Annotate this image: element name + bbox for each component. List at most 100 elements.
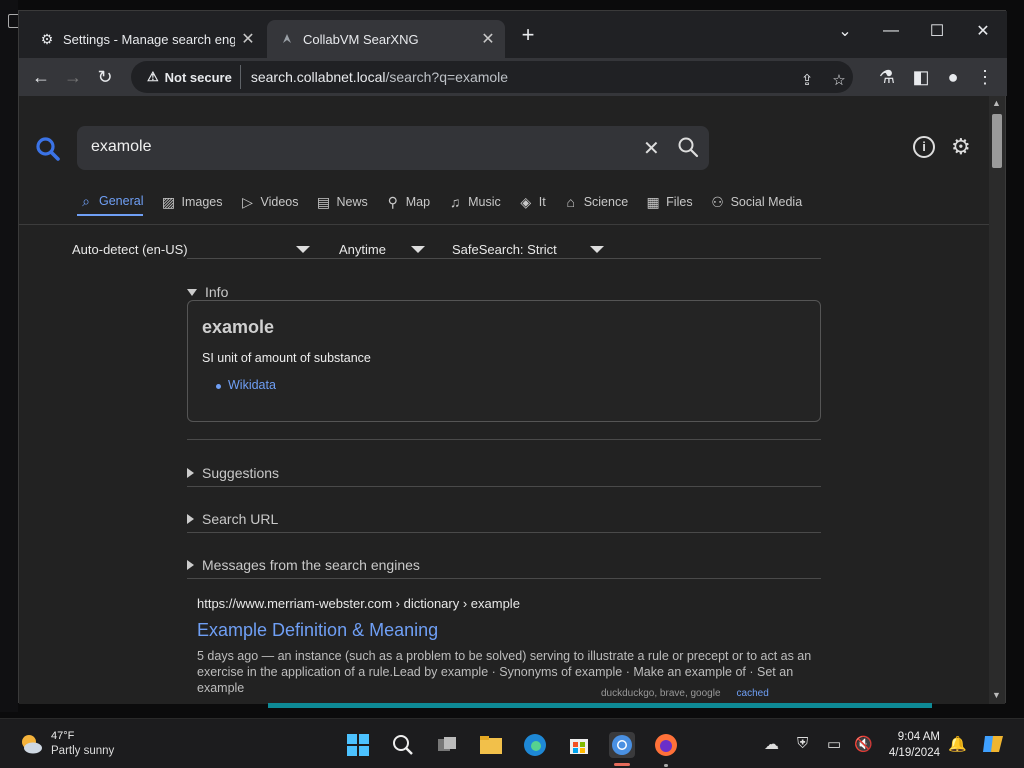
scroll-up-icon[interactable]: ▲ bbox=[992, 98, 1001, 108]
security-label: Not secure bbox=[164, 69, 232, 85]
section-divider bbox=[187, 486, 821, 487]
scrollbar-thumb[interactable] bbox=[992, 114, 1002, 168]
about-info-icon[interactable]: i bbox=[913, 136, 935, 158]
taskbar: 47°F Partly sunny ☁ ⛨ ▭ 🔇 9:04 AM 4/19/2… bbox=[0, 718, 1024, 768]
play-icon: ▷ bbox=[242, 193, 253, 210]
microsoft-store-icon[interactable] bbox=[566, 732, 592, 758]
url-host: search.collabnet.local bbox=[250, 69, 386, 85]
category-images[interactable]: ▨ Images bbox=[159, 188, 223, 216]
preferences-gear-icon[interactable]: ⚙ bbox=[951, 134, 971, 160]
safesearch-select[interactable]: SafeSearch: Strict bbox=[452, 242, 604, 257]
category-general[interactable]: ⌕ General bbox=[77, 188, 144, 216]
security-indicator[interactable]: ⚠ Not secure bbox=[139, 65, 241, 89]
start-windows-icon[interactable] bbox=[345, 732, 371, 758]
taskbar-search-icon[interactable] bbox=[390, 732, 416, 758]
firefox-icon[interactable] bbox=[653, 732, 679, 758]
url-text[interactable]: search.collabnet.local/search?q=examole bbox=[251, 69, 508, 85]
triangle-down-icon bbox=[187, 288, 197, 296]
triangle-right-icon bbox=[187, 560, 194, 570]
labs-flask-icon[interactable]: ⚗ bbox=[873, 63, 901, 91]
clock-time[interactable]: 9:04 AM bbox=[894, 731, 940, 743]
notification-bell-icon[interactable]: 🔔 bbox=[948, 735, 967, 753]
search-box[interactable]: examole ✕ bbox=[77, 126, 709, 170]
category-map[interactable]: ⚲ Map bbox=[384, 188, 430, 216]
result-url[interactable]: https://www.merriam-webster.com › dictio… bbox=[197, 596, 817, 611]
clear-search-icon[interactable]: ✕ bbox=[643, 136, 660, 161]
task-view-icon[interactable] bbox=[434, 732, 460, 758]
searxng-logo-icon[interactable] bbox=[35, 136, 61, 162]
search-url-toggle[interactable]: Search URL bbox=[187, 511, 278, 527]
profile-icon[interactable]: ● bbox=[939, 63, 967, 91]
close-window-button[interactable]: ✕ bbox=[963, 17, 1003, 45]
tab-search-icon[interactable]: ⌄ bbox=[825, 17, 865, 45]
browser-toolbar: ← → ↻ ⚠ Not secure search.collabnet.loca… bbox=[19, 58, 1007, 96]
search-input[interactable]: examole bbox=[91, 138, 151, 156]
menu-kebab-icon[interactable]: ⋮ bbox=[971, 63, 999, 91]
wikidata-link[interactable]: Wikidata bbox=[228, 378, 276, 392]
side-panel-icon[interactable]: ◧ bbox=[907, 63, 935, 91]
category-label: Music bbox=[468, 195, 501, 209]
category-videos[interactable]: ▷ Videos bbox=[238, 188, 298, 216]
category-label: Science bbox=[583, 195, 629, 209]
engine-messages-toggle[interactable]: Messages from the search engines bbox=[187, 557, 420, 573]
tab-title: Settings - Manage search engin bbox=[63, 31, 235, 47]
infobox-description: SI unit of amount of substance bbox=[202, 351, 371, 365]
address-bar[interactable]: ⚠ Not secure search.collabnet.local/sear… bbox=[131, 61, 853, 93]
gear-icon: ⚙ bbox=[40, 30, 54, 47]
section-divider bbox=[187, 578, 821, 579]
category-files[interactable]: ▦ Files bbox=[644, 188, 693, 216]
file-icon: ▦ bbox=[646, 193, 660, 210]
volume-muted-icon[interactable]: 🔇 bbox=[854, 735, 873, 753]
category-science[interactable]: ⌂ Science bbox=[562, 188, 628, 216]
scroll-down-icon[interactable]: ▼ bbox=[992, 690, 1001, 700]
info-section-toggle[interactable]: Info bbox=[187, 284, 228, 300]
cached-link[interactable]: cached bbox=[737, 688, 769, 699]
clock-date[interactable]: 4/19/2024 bbox=[882, 747, 940, 759]
search-submit-icon[interactable] bbox=[677, 136, 699, 158]
category-label: General bbox=[99, 194, 144, 208]
category-tabs: ⌕ General ▨ Images ▷ Videos ▤ News ⚲ Map ♫ Mus… bbox=[77, 188, 818, 218]
page-scrollbar[interactable]: ▲ ▼ bbox=[989, 96, 1005, 704]
forward-button[interactable]: → bbox=[59, 63, 87, 91]
category-news[interactable]: ▤ News bbox=[314, 188, 368, 216]
bullet bbox=[216, 384, 221, 389]
result-title-link[interactable]: Example Definition & Meaning bbox=[197, 620, 817, 641]
close-tab-icon[interactable]: ✕ bbox=[239, 30, 257, 48]
category-music[interactable]: ♫ Music bbox=[446, 188, 501, 216]
new-tab-button[interactable]: + bbox=[517, 24, 539, 47]
category-social-media[interactable]: ⚇ Social Media bbox=[709, 188, 802, 216]
category-it[interactable]: ◈ It bbox=[517, 188, 545, 216]
section-divider bbox=[187, 532, 821, 533]
close-tab-icon[interactable]: ✕ bbox=[479, 30, 497, 48]
warning-icon: ⚠ bbox=[147, 69, 159, 84]
infobox: examole SI unit of amount of substance W… bbox=[187, 300, 821, 422]
network-icon[interactable]: ▭ bbox=[827, 735, 841, 753]
time-range-select[interactable]: Anytime bbox=[339, 242, 425, 257]
category-label: Videos bbox=[260, 195, 299, 209]
copilot-icon[interactable] bbox=[980, 731, 1006, 757]
bookmark-star-icon[interactable]: ☆ bbox=[825, 66, 853, 94]
temperature: 47°F bbox=[51, 730, 75, 742]
onedrive-cloud-icon[interactable]: ☁ bbox=[764, 735, 779, 753]
science-icon: ⌂ bbox=[566, 194, 575, 210]
tab-settings[interactable]: ⚙ Settings - Manage search engin ✕ bbox=[27, 20, 265, 58]
chevron-down-icon bbox=[590, 246, 604, 253]
overlay-bar bbox=[268, 703, 932, 708]
language-select[interactable]: Auto-detect (en-US) bbox=[72, 242, 310, 257]
tab-searxng[interactable]: CollabVM SearXNG ✕ bbox=[267, 20, 505, 58]
partly-sunny-icon[interactable] bbox=[18, 731, 44, 757]
edge-browser-icon[interactable] bbox=[522, 732, 548, 758]
safesearch-value: SafeSearch: Strict bbox=[452, 242, 557, 257]
chrome-browser-icon[interactable] bbox=[609, 732, 635, 758]
url-path: /search?q=examole bbox=[385, 69, 509, 85]
maximize-button[interactable]: ☐ bbox=[917, 17, 957, 45]
file-explorer-icon[interactable] bbox=[478, 732, 504, 758]
back-button[interactable]: ← bbox=[27, 63, 55, 91]
tab-strip: ⚙ Settings - Manage search engin ✕ Colla… bbox=[19, 11, 1007, 58]
minimize-button[interactable]: — bbox=[871, 17, 911, 45]
defender-shield-icon[interactable]: ⛨ bbox=[797, 735, 808, 752]
share-icon[interactable]: ⇪ bbox=[793, 66, 821, 94]
suggestions-toggle[interactable]: Suggestions bbox=[187, 465, 279, 481]
newspaper-icon: ▤ bbox=[316, 193, 331, 210]
reload-button[interactable]: ↻ bbox=[91, 63, 119, 91]
